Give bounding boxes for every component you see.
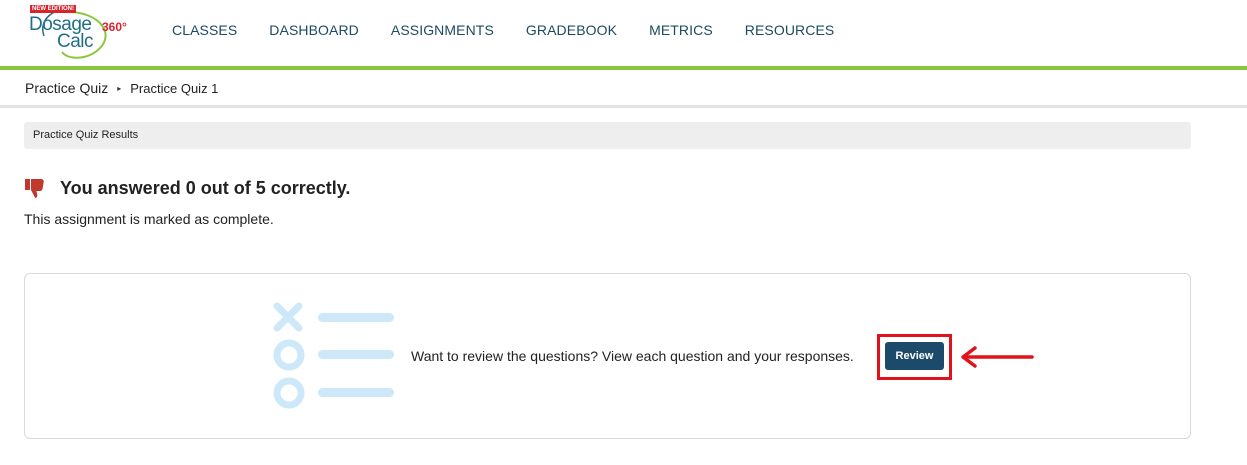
logo-word-calc: Calc — [57, 31, 94, 52]
quiz-checklist-icon — [273, 302, 394, 409]
nav-dashboard[interactable]: DASHBOARD — [269, 22, 359, 38]
logo-360: 360° — [102, 20, 127, 34]
breadcrumb-divider — [0, 105, 1247, 108]
breadcrumb-separator-icon: ▸ — [117, 83, 122, 93]
breadcrumb-practice-quiz[interactable]: Practice Quiz — [25, 80, 108, 96]
dosage-calc-logo[interactable]: NEW EDITION! Dosage Calc 360° — [24, 4, 144, 62]
nav-resources[interactable]: RESOURCES — [745, 22, 835, 38]
results-title: Practice Quiz Results — [33, 129, 139, 141]
header-accent-bar — [0, 66, 1247, 70]
top-header: NEW EDITION! Dosage Calc 360° CLASSES DA… — [0, 0, 1247, 66]
breadcrumb-current: Practice Quiz 1 — [130, 80, 219, 96]
review-button[interactable]: Review — [885, 342, 944, 370]
new-edition-badge: NEW EDITION! — [30, 5, 76, 13]
review-prompt: Want to review the questions? View each … — [411, 348, 854, 364]
review-card: Want to review the questions? View each … — [24, 273, 1191, 439]
completion-status: This assignment is marked as complete. — [24, 211, 274, 227]
nav-assignments[interactable]: ASSIGNMENTS — [391, 22, 494, 38]
nav-classes[interactable]: CLASSES — [172, 22, 237, 38]
score-summary: You answered 0 out of 5 correctly. — [60, 177, 351, 198]
nav-gradebook[interactable]: GRADEBOOK — [526, 22, 617, 38]
pointer-arrow-icon — [961, 346, 1034, 368]
breadcrumb: Practice Quiz ▸ Practice Quiz 1 — [25, 80, 218, 96]
nav-metrics[interactable]: METRICS — [649, 22, 713, 38]
main-nav: CLASSES DASHBOARD ASSIGNMENTS GRADEBOOK … — [172, 22, 866, 38]
score-row: You answered 0 out of 5 correctly. — [24, 177, 350, 199]
thumbs-down-icon — [25, 179, 44, 198]
results-title-bar: Practice Quiz Results — [24, 122, 1191, 149]
